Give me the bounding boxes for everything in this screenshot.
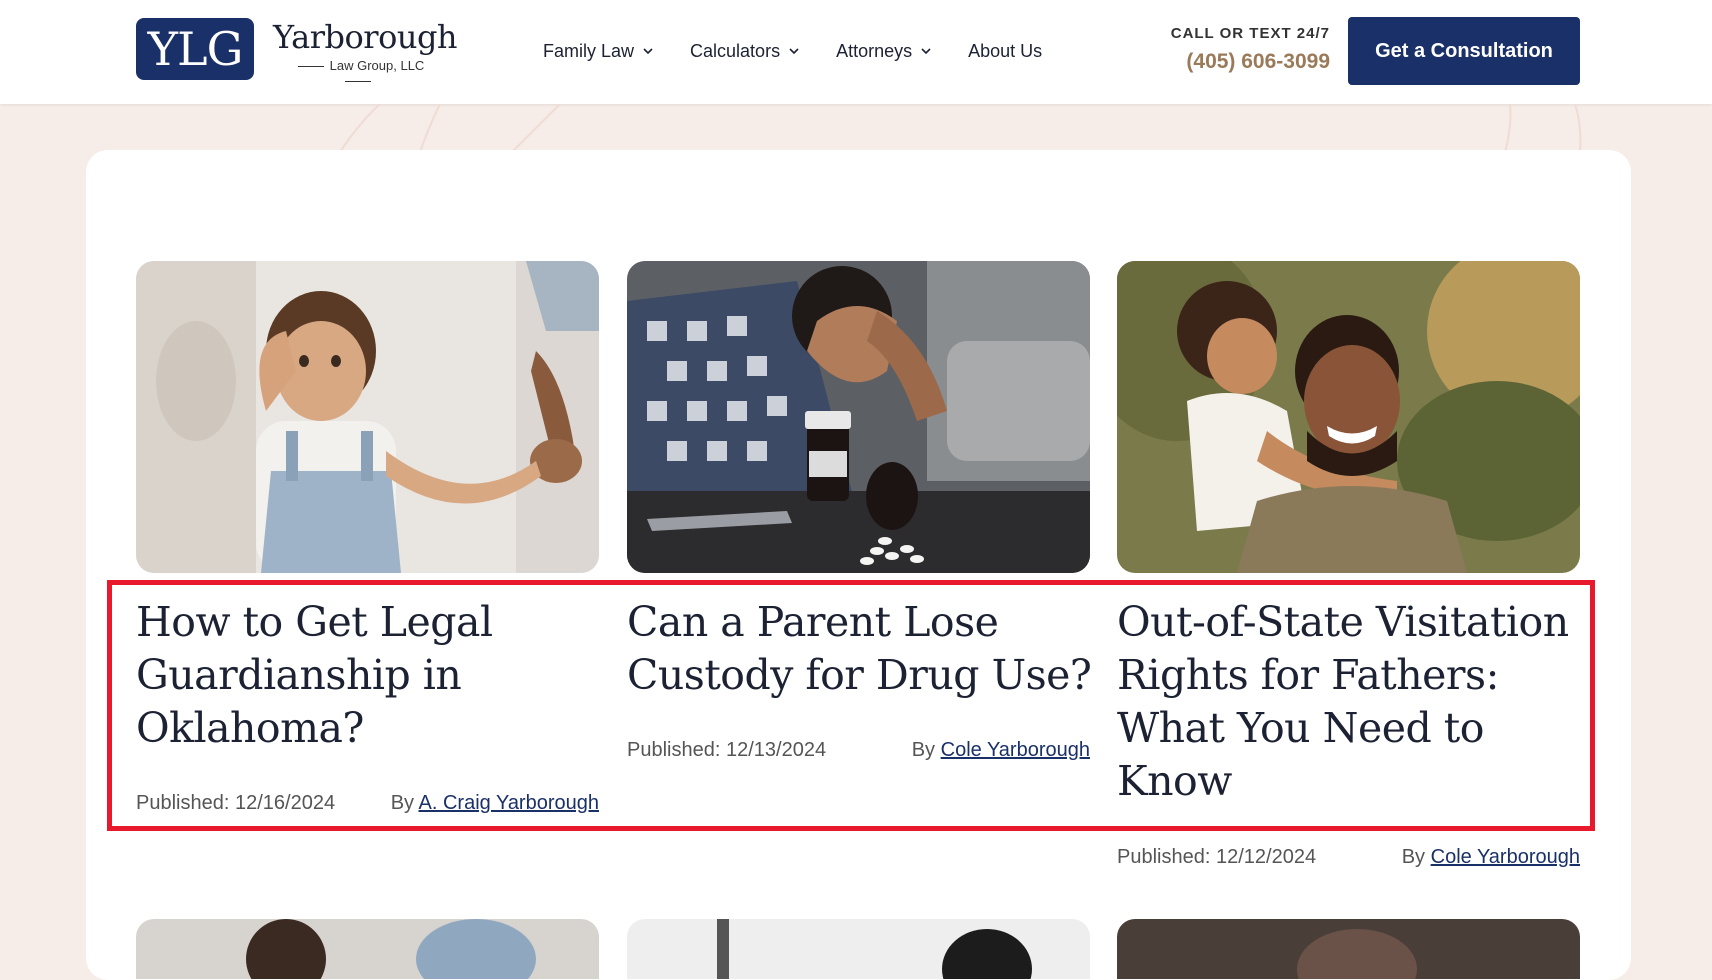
phone-link[interactable]: (405) 606-3099 bbox=[1120, 50, 1330, 74]
post-image-next-row[interactable] bbox=[136, 919, 599, 979]
post-image-guardianship[interactable] bbox=[136, 261, 599, 573]
logo-rule-left bbox=[297, 66, 324, 68]
by-label: By bbox=[390, 792, 415, 814]
published-label: Published: bbox=[627, 739, 721, 761]
published-label: Published: bbox=[136, 792, 230, 814]
logo-subtitle-text: Law Group, LLC bbox=[329, 58, 425, 73]
post-image-drug-use[interactable] bbox=[627, 261, 1090, 573]
post-meta: Published: 12/13/2024 By Cole Yarborough bbox=[627, 739, 1090, 762]
site-header: YLG Yarborough Law Group, LLC Family Law… bbox=[0, 0, 1712, 104]
nav-item-attorneys[interactable]: Attorneys bbox=[836, 38, 932, 64]
by-label: By bbox=[911, 739, 936, 761]
nav-label: Family Law bbox=[543, 40, 635, 61]
nav-label: About Us bbox=[968, 40, 1043, 61]
logo-name[interactable]: Yarborough bbox=[273, 18, 458, 56]
main-nav: Family Law Calculators Attorneys About U… bbox=[543, 38, 1042, 64]
post-meta: Published: 12/16/2024 By A. Craig Yarbor… bbox=[136, 792, 599, 815]
published-date: 12/12/2024 bbox=[1215, 846, 1317, 868]
published-label: Published: bbox=[1117, 846, 1211, 868]
nav-item-calculators[interactable]: Calculators bbox=[690, 38, 800, 64]
post-title[interactable]: How to Get Legal Guardianship in Oklahom… bbox=[136, 596, 606, 755]
published-info: Published: 12/12/2024 bbox=[1117, 846, 1316, 869]
nav-item-about-us[interactable]: About Us bbox=[968, 38, 1042, 64]
published-info: Published: 12/13/2024 bbox=[627, 739, 826, 762]
nav-label: Attorneys bbox=[836, 40, 913, 61]
post-image-next-row[interactable] bbox=[1117, 919, 1580, 979]
logo-subtitle: Law Group, LLC bbox=[273, 58, 443, 83]
chevron-down-icon bbox=[643, 48, 653, 55]
nav-label: Calculators bbox=[690, 40, 781, 61]
post-image-visitation[interactable] bbox=[1117, 261, 1580, 573]
byline: By Cole Yarborough bbox=[912, 739, 1090, 762]
get-consultation-button[interactable]: Get a Consultation bbox=[1348, 17, 1580, 85]
published-date: 12/13/2024 bbox=[725, 739, 827, 761]
byline: By A. Craig Yarborough bbox=[391, 792, 599, 815]
call-label: CALL OR TEXT 24/7 bbox=[1170, 25, 1330, 42]
logo-mark[interactable]: YLG bbox=[136, 18, 254, 80]
decorative-lines bbox=[339, 104, 1582, 152]
published-date: 12/16/2024 bbox=[234, 792, 336, 814]
chevron-down-icon bbox=[921, 48, 931, 55]
author-link[interactable]: A. Craig Yarborough bbox=[419, 792, 599, 814]
chevron-down-icon bbox=[789, 48, 799, 55]
post-title[interactable]: Out-of-State Visitation Rights for Fathe… bbox=[1117, 596, 1587, 808]
author-link[interactable]: Cole Yarborough bbox=[1431, 846, 1580, 868]
nav-item-family-law[interactable]: Family Law bbox=[543, 38, 654, 64]
post-meta: Published: 12/12/2024 By Cole Yarborough bbox=[1117, 846, 1580, 869]
byline: By Cole Yarborough bbox=[1402, 846, 1580, 869]
post-title[interactable]: Can a Parent Lose Custody for Drug Use? bbox=[627, 596, 1097, 702]
author-link[interactable]: Cole Yarborough bbox=[941, 739, 1090, 761]
by-label: By bbox=[1401, 846, 1426, 868]
post-image-next-row[interactable] bbox=[627, 919, 1090, 979]
logo-rule-right bbox=[345, 81, 371, 83]
published-info: Published: 12/16/2024 bbox=[136, 792, 335, 815]
